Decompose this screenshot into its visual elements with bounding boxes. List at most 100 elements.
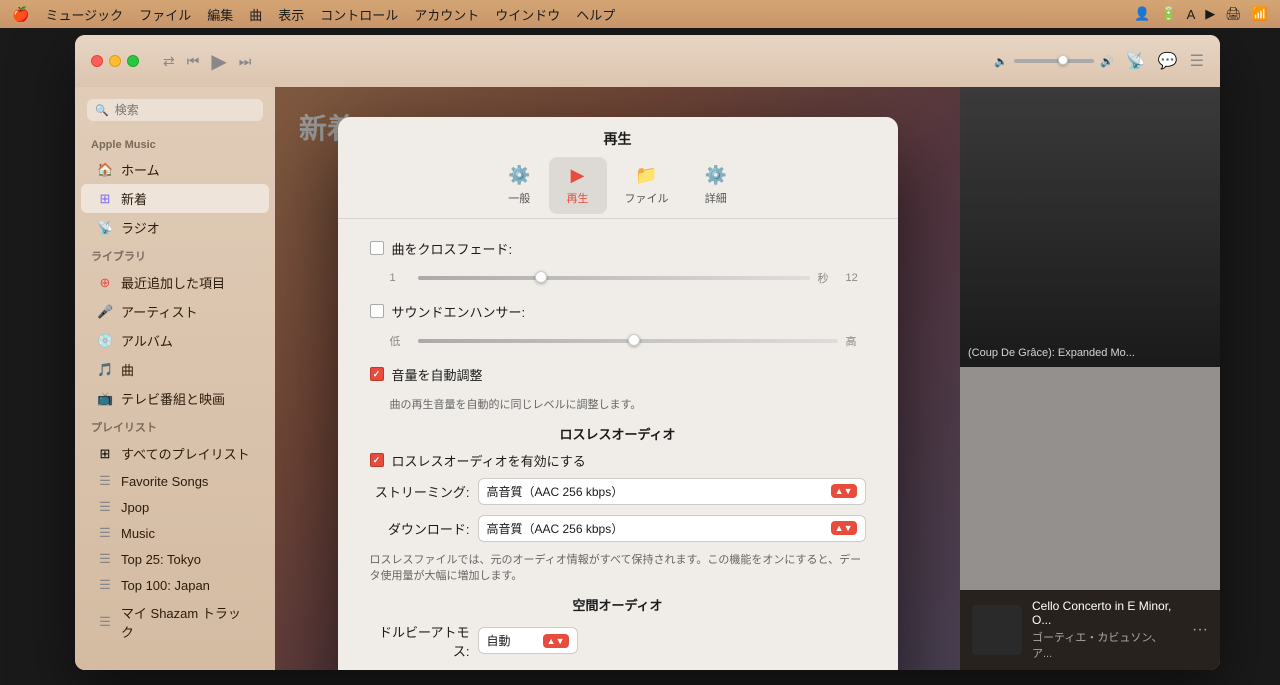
tab-advanced[interactable]: ⚙️ 詳細 xyxy=(687,157,745,214)
sidebar-item-shazam[interactable]: ☰ マイ Shazam トラック xyxy=(81,598,269,646)
apple-menu[interactable]: 🍎 xyxy=(12,6,29,23)
right-panel: (Coup De Grâce): Expanded Mo... Cello Co… xyxy=(960,87,1220,670)
minimize-button[interactable] xyxy=(109,55,121,67)
lossless-enable-label: ロスレスオーディオを有効にする xyxy=(392,451,586,470)
bottom-track-artist: ゴーティエ・カビュソン、ア... xyxy=(1032,629,1182,661)
dolby-arrows: ▲▼ xyxy=(543,634,569,648)
music-playlist-icon: ☰ xyxy=(97,525,113,541)
close-button[interactable] xyxy=(91,55,103,67)
volume-slider[interactable] xyxy=(1014,59,1094,63)
volume-low-icon: 🔈 xyxy=(994,55,1008,68)
airplay-icon[interactable]: 📡 xyxy=(1126,51,1146,71)
volume-auto-checkbox[interactable] xyxy=(370,367,384,381)
sidebar-item-albums[interactable]: 💿 アルバム xyxy=(81,326,269,355)
tab-divider xyxy=(338,218,898,219)
top25-tokyo-icon: ☰ xyxy=(97,551,113,567)
home-icon: 🏠 xyxy=(97,162,113,178)
sidebar-item-new[interactable]: ⊞ 新着 xyxy=(81,184,269,213)
menu-music[interactable]: ミュージック xyxy=(45,5,123,24)
menu-view[interactable]: 表示 xyxy=(278,5,304,24)
tab-general[interactable]: ⚙️ 一般 xyxy=(490,157,548,214)
download-select[interactable]: 高音質（AAC 256 kbps） ▲▼ xyxy=(478,515,866,542)
play-status-icon: ▶ xyxy=(1205,6,1215,22)
play-pause-icon[interactable]: ▶ xyxy=(211,49,226,74)
sidebar-item-favorite-songs[interactable]: ☰ Favorite Songs xyxy=(81,468,269,494)
search-input[interactable] xyxy=(115,103,255,117)
sidebar-item-top25-tokyo[interactable]: ☰ Top 25: Tokyo xyxy=(81,546,269,572)
lossless-enable-checkbox[interactable] xyxy=(370,453,384,467)
search-icon: 🔍 xyxy=(95,104,109,117)
prev-icon[interactable]: ⏮ xyxy=(187,53,200,70)
dolby-label: ドルビーアトモス: xyxy=(370,622,470,660)
download-row: ダウンロード: 高音質（AAC 256 kbps） ▲▼ xyxy=(370,515,866,542)
files-tab-icon: 📁 xyxy=(635,165,657,186)
lossless-enable-row: ロスレスオーディオを有効にする xyxy=(370,451,866,470)
streaming-value: 高音質（AAC 256 kbps） xyxy=(487,483,827,500)
crossfade-min-label: 1 xyxy=(390,272,410,284)
shazam-icon: ☰ xyxy=(97,614,113,630)
wifi-icon[interactable]: 📶 xyxy=(1252,6,1268,22)
music-label: Music xyxy=(121,526,155,541)
menu-song[interactable]: 曲 xyxy=(249,5,262,24)
jpop-label: Jpop xyxy=(121,500,149,515)
sidebar-item-home[interactable]: 🏠 ホーム xyxy=(81,155,269,184)
menu-control[interactable]: コントロール xyxy=(320,5,398,24)
lossless-desc: ロスレスファイルでは、元のオーディオ情報がすべて保持されます。この機能をオンにす… xyxy=(370,552,866,585)
sound-enhancer-slider[interactable] xyxy=(418,339,838,343)
input-icon[interactable]: A xyxy=(1187,7,1196,22)
menu-account[interactable]: アカウント xyxy=(414,5,479,24)
shuffle-icon[interactable]: ⇄ xyxy=(163,53,175,70)
spatial-section-header: 空間オーディオ xyxy=(370,595,866,614)
menu-edit[interactable]: 編集 xyxy=(207,5,233,24)
menu-file[interactable]: ファイル xyxy=(139,5,191,24)
airdrop-icon[interactable]: 🖨 xyxy=(1225,6,1242,22)
advanced-tab-icon: ⚙️ xyxy=(705,165,727,186)
sidebar-item-music[interactable]: ☰ Music xyxy=(81,520,269,546)
sound-enhancer-label: サウンドエンハンサー: xyxy=(392,302,526,321)
menu-window[interactable]: ウインドウ xyxy=(495,5,560,24)
download-label: ダウンロード: xyxy=(370,519,470,538)
sidebar-item-jpop[interactable]: ☰ Jpop xyxy=(81,494,269,520)
favorite-songs-icon: ☰ xyxy=(97,473,113,489)
artist-photo: (Coup De Grâce): Expanded Mo... xyxy=(960,87,1220,367)
settings-tabs: ⚙️ 一般 ▶ 再生 📁 ファイル ⚙️ 詳細 xyxy=(338,149,898,214)
crossfade-slider[interactable] xyxy=(418,276,810,280)
lossless-section-header: ロスレスオーディオ xyxy=(370,424,866,443)
streaming-select[interactable]: 高音質（AAC 256 kbps） ▲▼ xyxy=(478,478,866,505)
volume-high-icon: 🔊 xyxy=(1100,55,1114,68)
battery-icon: 🔋 xyxy=(1160,6,1176,22)
menu-help[interactable]: ヘルプ xyxy=(576,5,615,24)
crossfade-checkbox[interactable] xyxy=(370,241,384,255)
sidebar-item-songs[interactable]: 🎵 曲 xyxy=(81,355,269,384)
sidebar-item-recent[interactable]: ⊕ 最近追加した項目 xyxy=(81,268,269,297)
dolby-select[interactable]: 自動 ▲▼ xyxy=(478,627,578,654)
volume-control[interactable]: 🔈 🔊 xyxy=(994,55,1113,68)
next-icon[interactable]: ⏭ xyxy=(239,53,252,70)
sidebar-item-radio[interactable]: 📡 ラジオ xyxy=(81,213,269,242)
bottom-album-art xyxy=(972,605,1022,655)
home-label: ホーム xyxy=(121,160,160,179)
menu-bar-items: ミュージック ファイル 編集 曲 表示 コントロール アカウント ウインドウ ヘ… xyxy=(45,5,615,24)
crossfade-unit-label: 秒 xyxy=(818,270,838,286)
crossfade-max-label: 12 xyxy=(846,272,866,284)
new-label: 新着 xyxy=(121,189,147,208)
top100-japan-icon: ☰ xyxy=(97,577,113,593)
more-options-icon[interactable]: ··· xyxy=(1192,621,1208,639)
sidebar-item-artists[interactable]: 🎤 アーティスト xyxy=(81,297,269,326)
sidebar-item-all-playlists[interactable]: ⊞ すべてのプレイリスト xyxy=(81,439,269,468)
tab-playback[interactable]: ▶ 再生 xyxy=(549,157,607,214)
notification-icon[interactable]: 👤 xyxy=(1134,6,1150,22)
sidebar-item-top100-japan[interactable]: ☰ Top 100: Japan xyxy=(81,572,269,598)
sound-enhancer-checkbox[interactable] xyxy=(370,304,384,318)
crossfade-slider-container: 1 秒 12 xyxy=(390,270,866,286)
maximize-button[interactable] xyxy=(127,55,139,67)
lyrics-icon[interactable]: 💬 xyxy=(1158,51,1178,71)
queue-icon[interactable]: ☰ xyxy=(1190,51,1204,71)
playback-tab-icon: ▶ xyxy=(571,165,585,186)
tab-files[interactable]: 📁 ファイル xyxy=(607,157,687,214)
search-bar[interactable]: 🔍 xyxy=(87,99,263,121)
song-label: 曲 xyxy=(121,360,134,379)
settings-body: 曲をクロスフェード: 1 秒 12 xyxy=(338,223,898,670)
sidebar-item-tv[interactable]: 📺 テレビ番組と映画 xyxy=(81,384,269,413)
favorite-songs-label: Favorite Songs xyxy=(121,474,208,489)
